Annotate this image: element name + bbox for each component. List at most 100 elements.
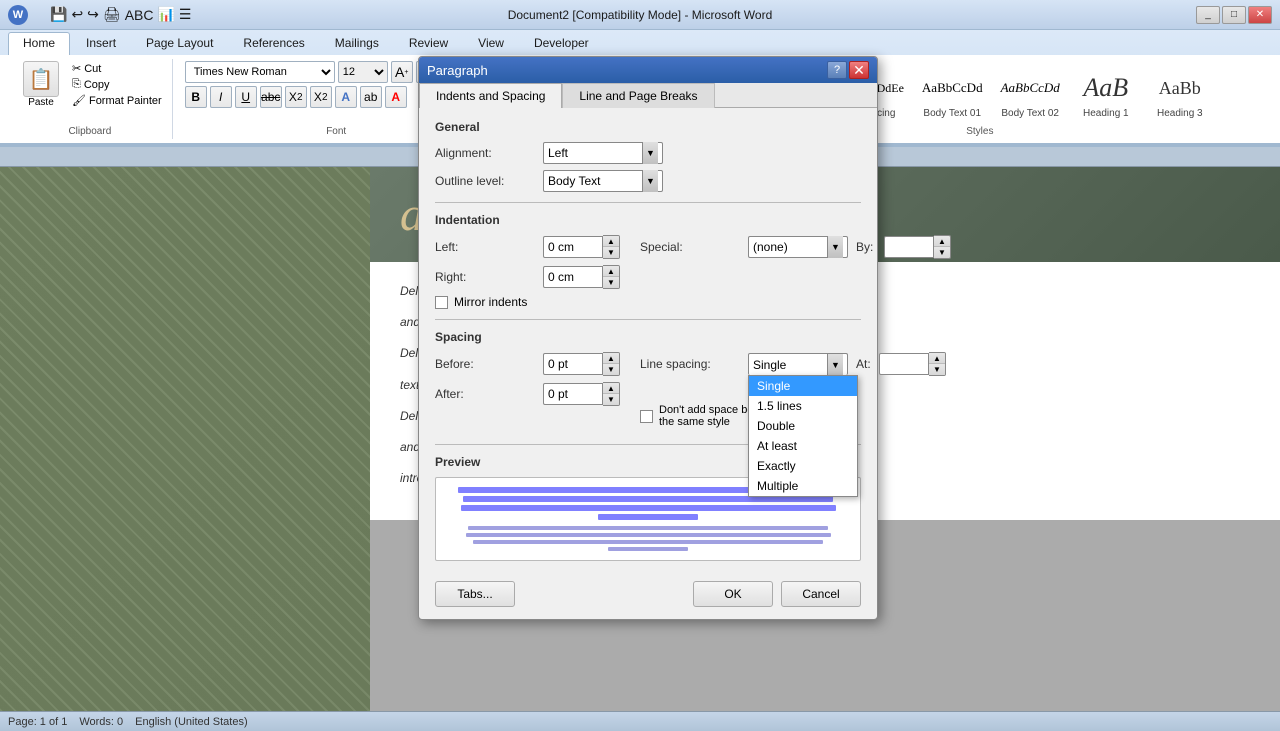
preview-line-4: [598, 514, 698, 520]
line-spacing-controls: Single ▼ Single 1.5 lines Double At leas…: [748, 352, 946, 376]
by-input[interactable]: [884, 236, 934, 258]
at-spinner: ▲ ▼: [879, 352, 946, 376]
dialog-help-btn[interactable]: ?: [827, 61, 847, 79]
at-btns: ▲ ▼: [929, 352, 946, 376]
indent-left-down[interactable]: ▼: [603, 247, 619, 258]
before-btns: ▲ ▼: [603, 352, 620, 376]
line-spacing-list: Single 1.5 lines Double At least Exactly…: [748, 375, 858, 497]
outline-level-value: Body Text: [548, 174, 600, 188]
alignment-label: Alignment:: [435, 146, 535, 160]
indent-left-row: Left: ▲ ▼: [435, 235, 620, 259]
indentation-controls: Left: ▲ ▼ Right:: [435, 235, 861, 295]
alignment-control: Left ▼: [543, 142, 663, 164]
at-label: At:: [856, 357, 871, 371]
special-label: Special:: [640, 240, 740, 254]
ok-btn[interactable]: OK: [693, 581, 773, 607]
line-spacing-select[interactable]: Single ▼: [748, 353, 848, 375]
cancel-btn[interactable]: Cancel: [781, 581, 861, 607]
by-btns: ▲ ▼: [934, 235, 951, 259]
after-spinner: ▲ ▼: [543, 382, 620, 406]
special-arrow: ▼: [827, 236, 843, 258]
indent-right-down[interactable]: ▼: [603, 277, 619, 288]
special-value: (none): [753, 240, 788, 254]
by-spinner: ▲ ▼: [884, 235, 951, 259]
indent-left-group: Left: ▲ ▼ Right:: [435, 235, 620, 295]
tab-indents-spacing[interactable]: Indents and Spacing: [419, 83, 562, 108]
outline-level-row: Outline level: Body Text ▼: [435, 170, 861, 192]
indent-right-row: Right: ▲ ▼: [435, 265, 620, 289]
indent-right-input[interactable]: [543, 266, 603, 288]
dialog-title: Paragraph: [427, 63, 488, 78]
line-spacing-arrow: ▼: [827, 354, 843, 376]
general-section-title: General: [435, 120, 861, 134]
tabs-btn[interactable]: Tabs...: [435, 581, 515, 607]
indent-left-btns: ▲ ▼: [603, 235, 620, 259]
mirror-indents-label: Mirror indents: [454, 295, 527, 309]
option-double[interactable]: Double: [749, 416, 857, 436]
special-row: Special: (none) ▼ By: ▲ ▼: [640, 235, 951, 259]
after-row: After: ▲ ▼: [435, 382, 620, 406]
spacing-controls: Before: ▲ ▼ After:: [435, 352, 861, 434]
indent-right-label: Right:: [435, 270, 535, 284]
by-down[interactable]: ▼: [934, 247, 950, 258]
preview-line-3: [461, 505, 836, 511]
outline-level-control: Body Text ▼: [543, 170, 663, 192]
after-btns: ▲ ▼: [603, 382, 620, 406]
alignment-arrow: ▼: [642, 142, 658, 164]
before-spinner: ▲ ▼: [543, 352, 620, 376]
at-input[interactable]: [879, 353, 929, 375]
by-label: By:: [856, 240, 876, 254]
at-up[interactable]: ▲: [929, 353, 945, 364]
preview-line-8: [608, 547, 688, 551]
option-exactly[interactable]: Exactly: [749, 456, 857, 476]
after-label: After:: [435, 387, 535, 401]
indent-left-up[interactable]: ▲: [603, 236, 619, 247]
option-single[interactable]: Single: [749, 376, 857, 396]
dialog-body: General Alignment: Left ▼ Outline level:…: [419, 108, 877, 573]
dialog-overlay: Paragraph ? ✕ Indents and Spacing Line a…: [0, 0, 1280, 720]
dialog-close-btn[interactable]: ✕: [849, 61, 869, 79]
before-row: Before: ▲ ▼: [435, 352, 620, 376]
alignment-select[interactable]: Left ▼: [543, 142, 663, 164]
dialog-tabs: Indents and Spacing Line and Page Breaks: [419, 83, 877, 108]
divider-1: [435, 202, 861, 203]
before-label: Before:: [435, 357, 535, 371]
after-down[interactable]: ▼: [603, 394, 619, 405]
dialog-title-bar: Paragraph ? ✕: [419, 57, 877, 83]
indent-special-group: Special: (none) ▼ By: ▲ ▼: [640, 235, 951, 295]
mirror-indents-row: Mirror indents: [435, 295, 861, 309]
dont-add-space-checkbox[interactable]: [640, 410, 653, 423]
preview-line-7: [473, 540, 823, 544]
line-spacing-group: Line spacing: Single ▼ Single 1.5: [640, 352, 946, 434]
line-spacing-value: Single: [753, 358, 786, 372]
indent-right-spinner: ▲ ▼: [543, 265, 620, 289]
line-spacing-dropdown-container: Single ▼ Single 1.5 lines Double At leas…: [748, 353, 848, 375]
mirror-indents-checkbox[interactable]: [435, 296, 448, 309]
outline-level-select[interactable]: Body Text ▼: [543, 170, 663, 192]
outline-level-arrow: ▼: [642, 170, 658, 192]
after-input[interactable]: [543, 383, 603, 405]
indent-right-up[interactable]: ▲: [603, 266, 619, 277]
indent-right-btns: ▲ ▼: [603, 265, 620, 289]
before-input[interactable]: [543, 353, 603, 375]
at-down[interactable]: ▼: [929, 364, 945, 375]
special-controls: (none) ▼ By: ▲ ▼: [748, 235, 951, 259]
tab-line-page-breaks[interactable]: Line and Page Breaks: [562, 83, 714, 108]
before-down[interactable]: ▼: [603, 364, 619, 375]
divider-2: [435, 319, 861, 320]
special-select[interactable]: (none) ▼: [748, 236, 848, 258]
preview-line-5: [468, 526, 828, 530]
after-up[interactable]: ▲: [603, 383, 619, 394]
preview-line-6: [466, 533, 831, 537]
spacing-section-title: Spacing: [435, 330, 861, 344]
before-up[interactable]: ▲: [603, 353, 619, 364]
option-multiple[interactable]: Multiple: [749, 476, 857, 496]
dialog-title-btns: ? ✕: [827, 61, 869, 79]
by-up[interactable]: ▲: [934, 236, 950, 247]
outline-level-label: Outline level:: [435, 174, 535, 188]
option-1-5[interactable]: 1.5 lines: [749, 396, 857, 416]
indent-left-label: Left:: [435, 240, 535, 254]
indent-left-input[interactable]: [543, 236, 603, 258]
line-spacing-label: Line spacing:: [640, 357, 740, 371]
option-at-least[interactable]: At least: [749, 436, 857, 456]
